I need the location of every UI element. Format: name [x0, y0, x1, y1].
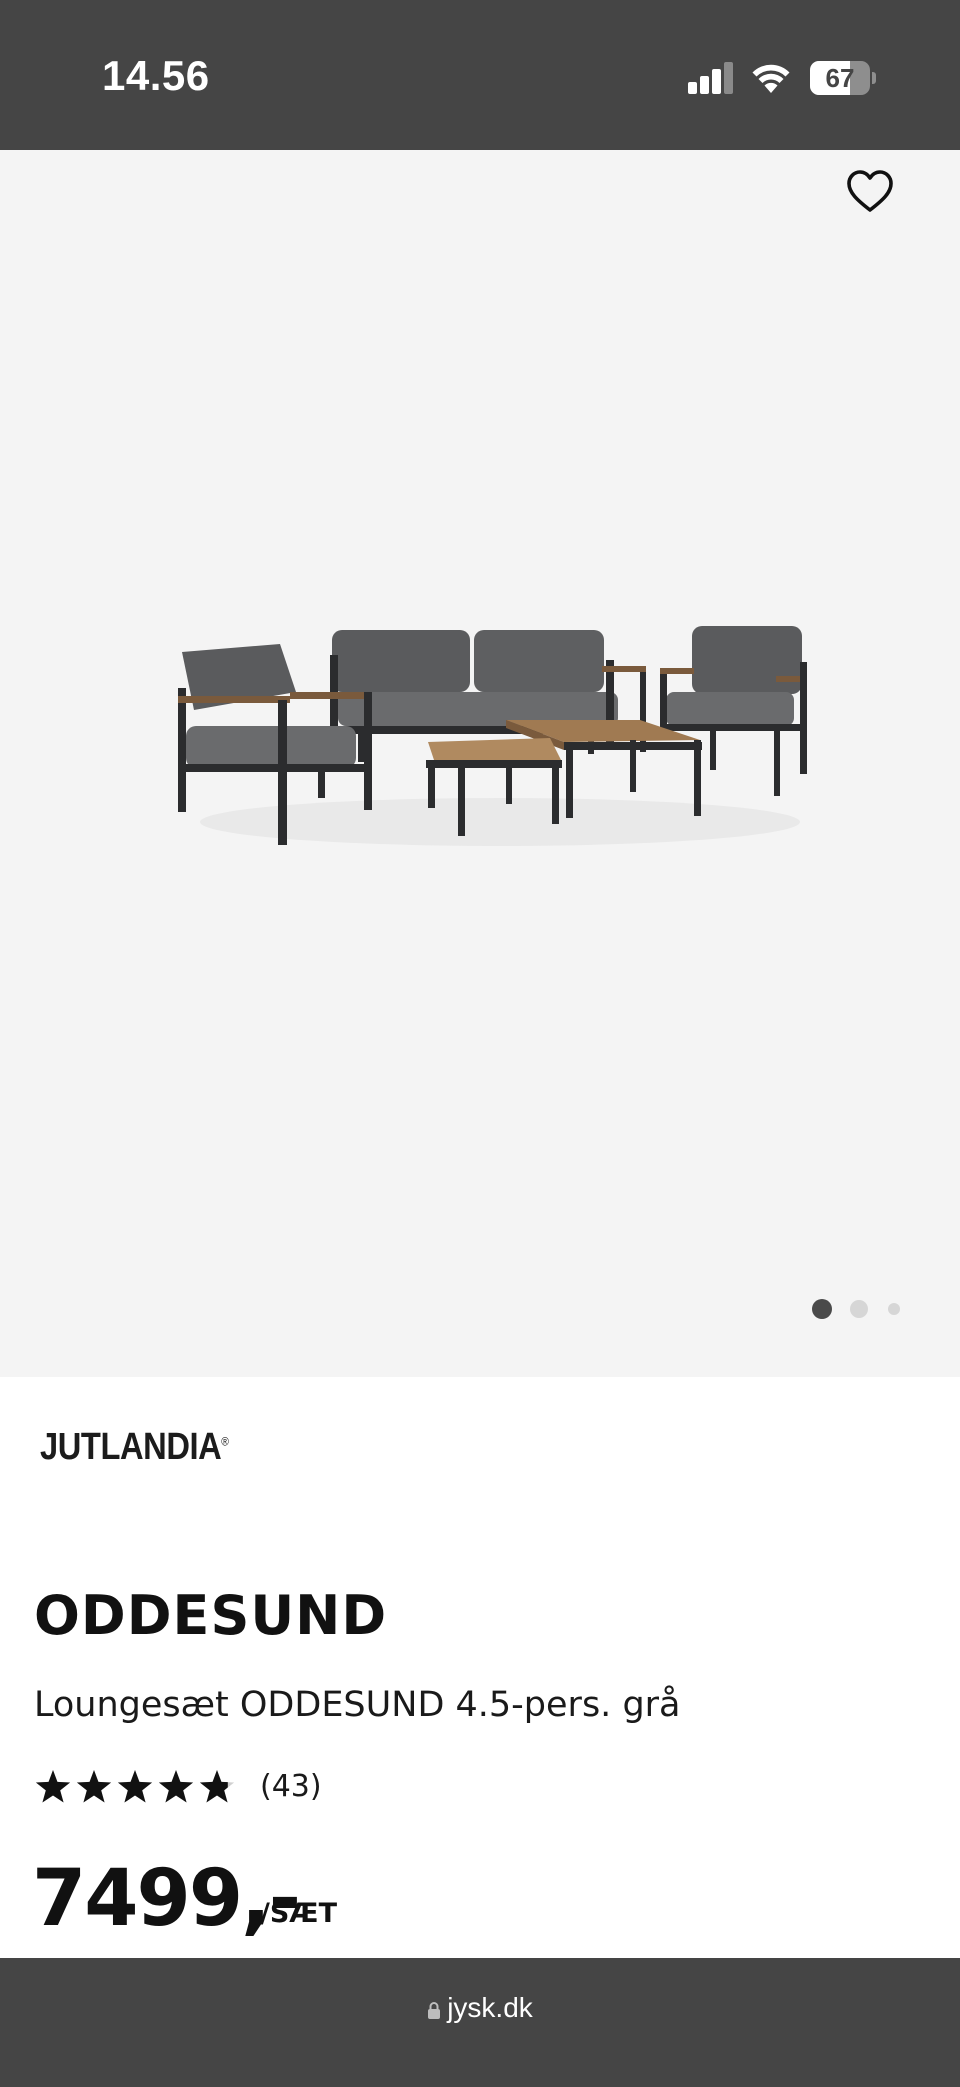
product-subtitle: Loungesæt ODDESUND 4.5-pers. grå [34, 1685, 681, 1725]
heart-outline-icon[interactable] [845, 168, 895, 214]
star-icon-filled [158, 1770, 194, 1803]
url-text: jysk.dk [447, 1992, 533, 2023]
product-rating[interactable]: (43) [34, 1765, 354, 1809]
battery-icon: 67 [810, 61, 876, 95]
lock-icon [428, 2002, 441, 2019]
review-count[interactable]: (43) [260, 1765, 322, 1809]
carousel-dot[interactable] [888, 1303, 900, 1315]
battery-percent: 67 [825, 63, 855, 93]
carousel-pager[interactable] [812, 1299, 922, 1321]
carousel-dot[interactable] [850, 1300, 868, 1318]
carousel-dot[interactable] [812, 1299, 832, 1319]
star-icon-filled [35, 1770, 71, 1803]
star-rating-icon [35, 1770, 235, 1803]
price-unit: /SÆT [260, 1898, 338, 1929]
cellular-signal-icon [688, 62, 734, 94]
product-photo-lounge-set [178, 626, 807, 846]
url-field[interactable]: jysk.dk [0, 1992, 960, 2024]
browser-bottom-bar: jysk.dk [0, 1958, 960, 2087]
status-bar: 14.56 67 [0, 0, 960, 150]
status-time: 14.56 [102, 52, 210, 99]
product-title: ODDESUND [34, 1584, 388, 1647]
price-row: 7499,- /SÆT [32, 1854, 632, 1944]
star-icon-filled [76, 1770, 112, 1803]
product-page: 14.56 67 JUTLANDIA® ODDESUND Loungesæt O… [0, 0, 960, 2087]
wifi-icon [752, 64, 790, 93]
star-icon-filled [117, 1770, 153, 1803]
brand-logo[interactable]: JUTLANDIA® [40, 1426, 229, 1469]
